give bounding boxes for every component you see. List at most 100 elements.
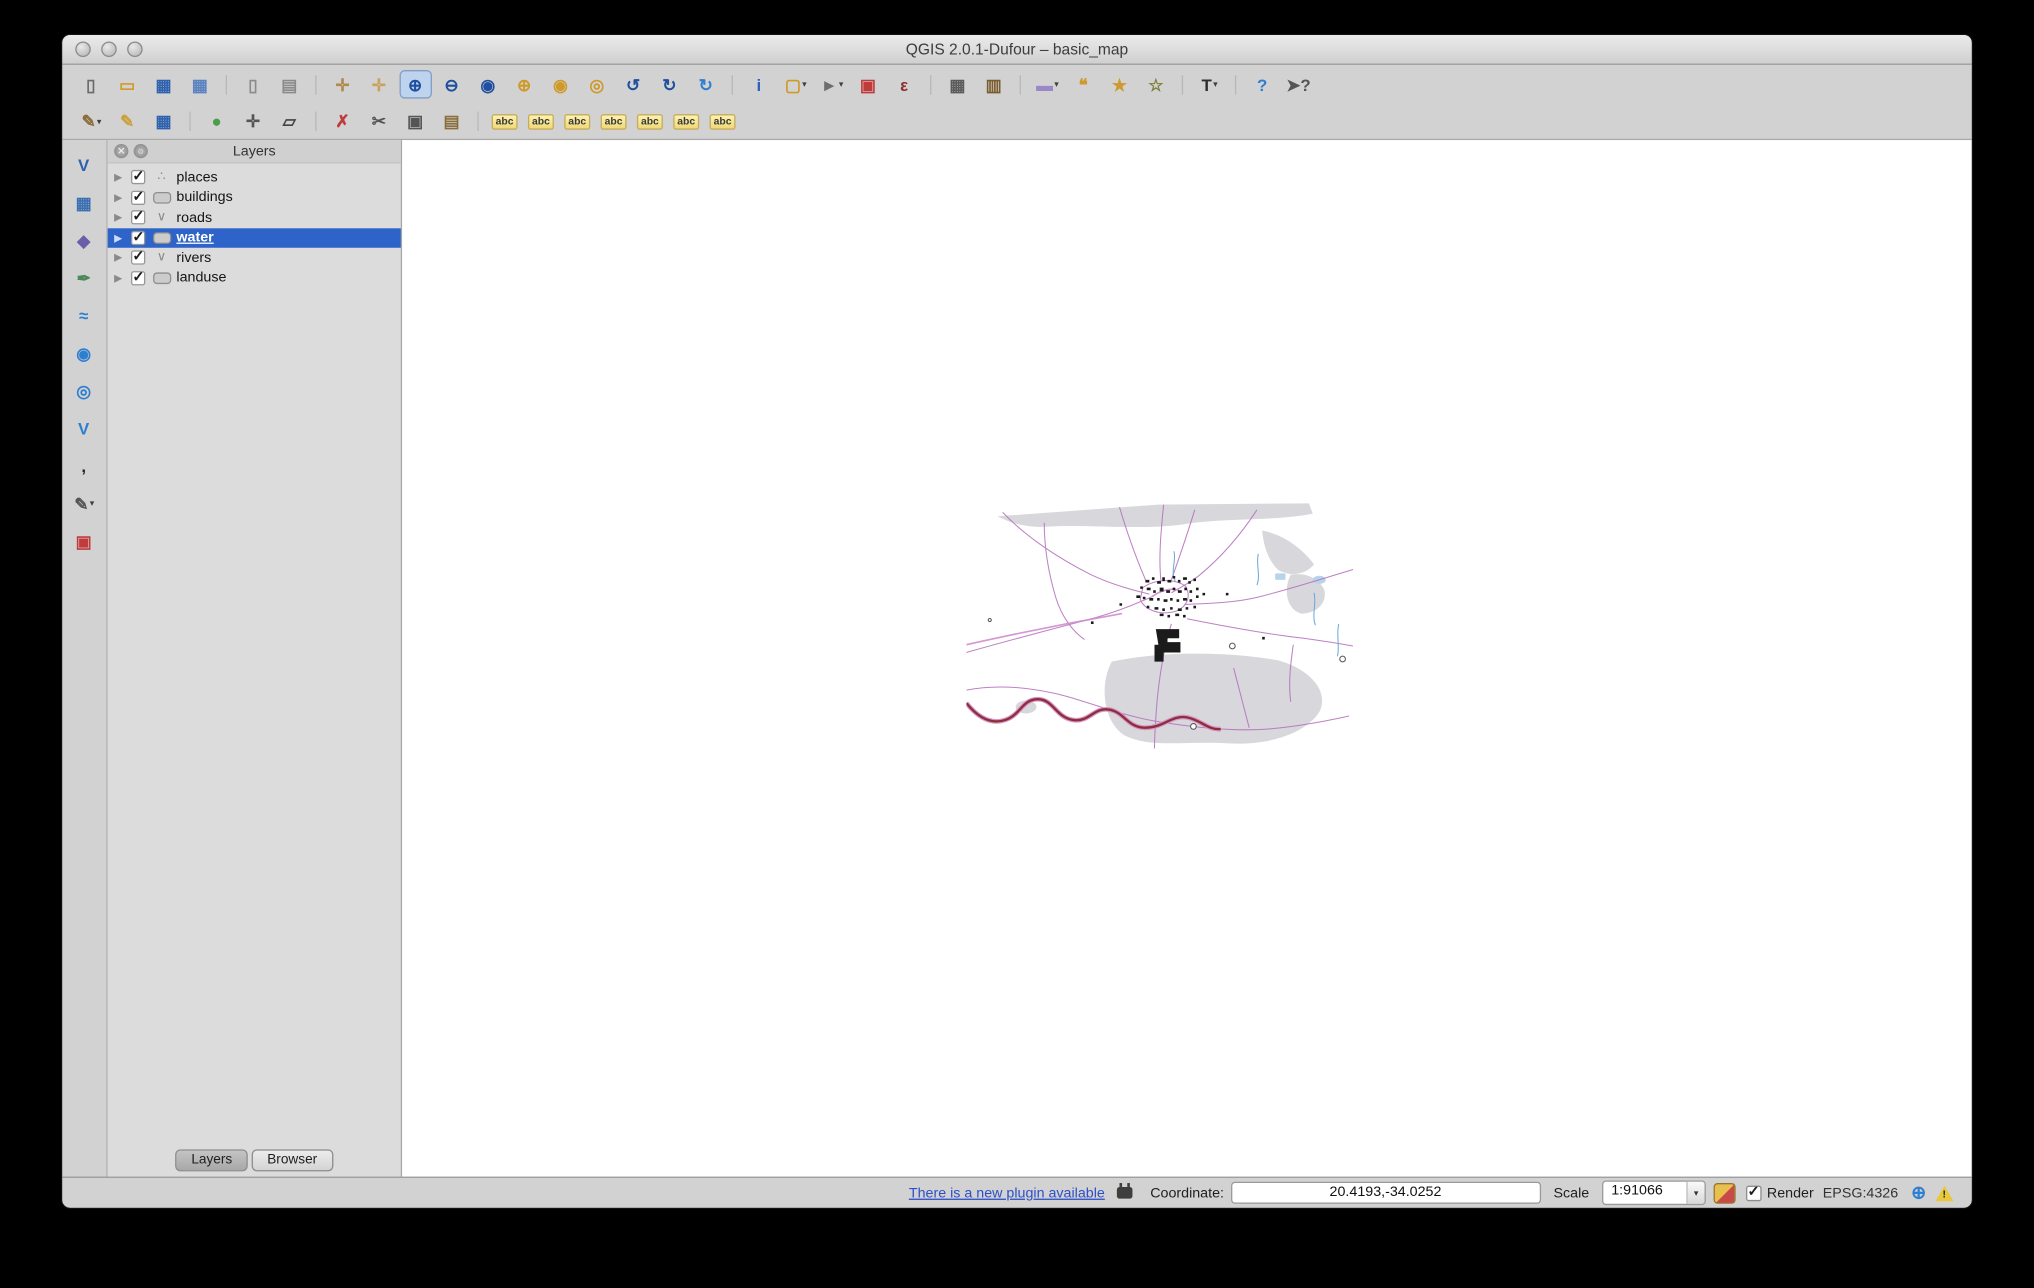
pin-labels-icon[interactable]: abc (525, 107, 557, 136)
layer-visibility-checkbox[interactable] (131, 231, 145, 245)
toggle-editing-icon[interactable]: ✎ (112, 107, 144, 136)
close-panel-icon[interactable]: ✕ (114, 144, 128, 158)
zoom-full-icon[interactable]: ⊕ (509, 70, 541, 99)
zoom-to-layer-icon[interactable]: ◎ (581, 70, 613, 99)
float-panel-icon[interactable]: ○ (134, 144, 148, 158)
new-bookmark-icon[interactable]: ★ (1104, 70, 1136, 99)
major-roads-layer (966, 589, 1179, 644)
rotate-label-icon[interactable]: abc (671, 107, 703, 136)
whats-this-icon[interactable]: ➤? (1283, 70, 1315, 99)
add-delimited-text-layer-icon[interactable]: , (68, 451, 100, 480)
remove-layer-icon[interactable]: ▣ (68, 527, 100, 556)
measure-icon[interactable]: ▬▾ (1031, 70, 1063, 99)
save-project-icon[interactable]: ▦ (148, 70, 180, 99)
layer-row-water[interactable]: water (108, 228, 401, 248)
copy-features-icon[interactable]: ▣ (400, 107, 432, 136)
save-project-as-icon[interactable]: ▦ (184, 70, 216, 99)
plugin-icon[interactable] (1116, 1187, 1132, 1199)
zoom-in-icon[interactable]: ⊕ (400, 70, 432, 99)
pan-map-icon[interactable]: ✛ (327, 70, 359, 99)
move-label-icon[interactable]: abc (634, 107, 666, 136)
expand-arrow-icon[interactable] (114, 172, 130, 184)
attribute-table-icon[interactable]: ▦ (942, 70, 974, 99)
crs-status-icon[interactable]: ⊕ (1911, 1182, 1926, 1204)
move-feature-icon[interactable]: ✛ (237, 107, 269, 136)
add-wms-layer-icon[interactable]: ◉ (68, 339, 100, 368)
minimize-window-button[interactable] (101, 42, 117, 58)
title-bar[interactable]: QGIS 2.0.1-Dufour – basic_map (62, 35, 1971, 65)
add-vector-layer-icon[interactable]: V (68, 150, 100, 179)
map-canvas[interactable] (402, 140, 1972, 1176)
add-wcs-layer-icon[interactable]: ◎ (68, 376, 100, 405)
layer-row-landuse[interactable]: landuse (108, 268, 401, 288)
layer-visibility-checkbox[interactable] (131, 251, 145, 265)
expand-arrow-icon[interactable] (114, 212, 130, 224)
node-tool-icon[interactable]: ▱ (274, 107, 306, 136)
identify-features-icon[interactable]: i (743, 70, 775, 99)
zoom-last-icon[interactable]: ↺ (617, 70, 649, 99)
new-project-icon[interactable]: ▯ (75, 70, 107, 99)
current-edits-icon[interactable]: ✎▾ (75, 107, 107, 136)
zoom-next-icon[interactable]: ↻ (654, 70, 686, 99)
tab-layers[interactable]: Layers (176, 1149, 248, 1171)
highlight-labels-icon[interactable]: abc (489, 107, 521, 136)
layer-visibility-checkbox[interactable] (131, 170, 145, 184)
add-wfs-layer-icon[interactable]: V (68, 414, 100, 443)
composer-manager-icon[interactable]: ▤ (274, 70, 306, 99)
stop-render-icon[interactable] (1714, 1182, 1736, 1203)
zoom-to-selection-icon[interactable]: ◉ (545, 70, 577, 99)
expand-arrow-icon[interactable] (114, 272, 130, 284)
add-spatialite-layer-icon[interactable]: ✒ (68, 263, 100, 292)
help-icon[interactable]: ? (1247, 70, 1279, 99)
refresh-map-icon[interactable]: ↻ (690, 70, 722, 99)
new-print-composer-icon[interactable]: ▯ (237, 70, 269, 99)
expand-arrow-icon[interactable] (114, 252, 130, 264)
zoom-window-button[interactable] (127, 42, 143, 58)
new-shapefile-layer-icon[interactable]: ✎▾ (68, 489, 100, 518)
delete-selected-icon[interactable]: ✗ (327, 107, 359, 136)
combo-arrows-icon[interactable]: ▾ (1686, 1182, 1704, 1204)
layer-visibility-checkbox[interactable] (131, 210, 145, 224)
scale-combobox[interactable]: 1:91066 ▾ (1602, 1180, 1706, 1205)
panel-tabs: Layers Browser (108, 1149, 401, 1171)
text-annotation-icon[interactable]: T▾ (1193, 70, 1225, 99)
select-by-expression-icon[interactable]: ε (889, 70, 921, 99)
log-messages-icon[interactable] (1935, 1185, 1953, 1201)
zoom-out-icon[interactable]: ⊖ (436, 70, 468, 99)
add-feature-icon[interactable]: ● (201, 107, 233, 136)
show-bookmarks-icon[interactable]: ☆ (1140, 70, 1172, 99)
layer-row-rivers[interactable]: rivers (108, 248, 401, 268)
expand-arrow-icon[interactable] (114, 192, 130, 204)
change-label-properties-icon[interactable]: abc (707, 107, 739, 136)
layer-name: landuse (176, 270, 226, 286)
layer-row-places[interactable]: places (108, 167, 401, 187)
layer-visibility-checkbox[interactable] (131, 271, 145, 285)
add-mssql-layer-icon[interactable]: ≈ (68, 301, 100, 330)
layer-row-buildings[interactable]: buildings (108, 187, 401, 207)
highlight-pinned-labels-icon[interactable]: abc (562, 107, 594, 136)
zoom-native-resolution-icon[interactable]: ◉ (472, 70, 504, 99)
select-single-feature-icon[interactable]: ►▾ (816, 70, 848, 99)
deselect-all-icon[interactable]: ▣ (852, 70, 884, 99)
plugin-update-link[interactable]: There is a new plugin available (909, 1185, 1105, 1201)
map-tips-icon[interactable]: ❝ (1068, 70, 1100, 99)
save-layer-edits-icon[interactable]: ▦ (148, 107, 180, 136)
paste-features-icon[interactable]: ▤ (436, 107, 468, 136)
crs-status-label[interactable]: EPSG:4326 (1823, 1185, 1898, 1201)
add-postgis-layer-icon[interactable]: ◆ (68, 226, 100, 255)
close-window-button[interactable] (75, 42, 91, 58)
field-calculator-icon[interactable]: ▥ (978, 70, 1010, 99)
pan-to-selection-icon[interactable]: ✛ (363, 70, 395, 99)
layer-row-roads[interactable]: roads (108, 208, 401, 228)
tab-browser[interactable]: Browser (252, 1149, 333, 1171)
cut-features-icon[interactable]: ✂ (363, 107, 395, 136)
layers-panel: ✕ ○ Layers places (108, 140, 402, 1176)
add-raster-layer-icon[interactable]: ▦ (68, 188, 100, 217)
render-checkbox[interactable] (1746, 1185, 1762, 1201)
coordinate-input[interactable]: 20.4193,-34.0252 (1230, 1182, 1540, 1204)
expand-arrow-icon[interactable] (114, 232, 130, 244)
show-hide-labels-icon[interactable]: abc (598, 107, 630, 136)
layer-visibility-checkbox[interactable] (131, 190, 145, 204)
select-features-icon[interactable]: ▢▾ (780, 70, 812, 99)
open-project-icon[interactable]: ▭ (112, 70, 144, 99)
